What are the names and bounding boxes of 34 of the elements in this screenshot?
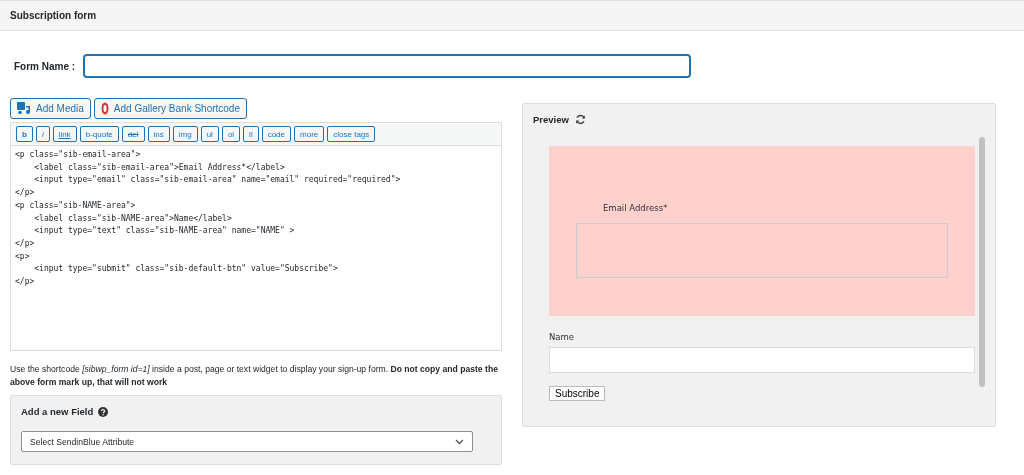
name-label: Name [549,332,575,342]
media-button[interactable]: Add Media [10,98,91,119]
quicktag-button[interactable]: img [172,126,198,142]
scrollbar[interactable] [979,137,985,387]
attribute-select[interactable]: Select SendinBlue Attribute [21,431,473,452]
quicktag-button[interactable]: li [243,126,259,142]
quicktag-button[interactable]: link [52,126,77,142]
help-text: Use the shortcode [sibwp_form id=1] inside a post, page or text widget to display your sign-up form. Do not copy and paste the above form mark up, that will not work [10,363,499,389]
quicktag-button[interactable]: ins [147,126,170,142]
quicktag-button[interactable]: ul [200,126,219,142]
section-title: Subscription form [10,10,97,21]
form-name-label: Form Name : [13,60,77,72]
refresh-icon[interactable] [574,114,586,125]
quicktag-button[interactable]: more [294,126,325,142]
gem-icon [100,102,109,115]
preview-title: Preview [533,114,569,125]
quicktag-button[interactable]: del [121,126,145,142]
quicktag-button[interactable]: code [261,126,292,142]
code-textarea[interactable]: <p class="sib-email-area"> <label class="sib-email-area">Email Address*</label> <input type="email" class="sib-email-area" name="email" required="required"> </p> <p class="sib-NAME-area"> <label class="sib-NAME-area">Name</label> <input type="text" class="sib-NAME-area" name="NAME" > </p> <p> <input type="submit" class="sib-default-btn" value="Subscribe"> </p> [11,145,501,350]
media-button[interactable]: Add Gallery Bank Shortcode [93,98,247,119]
add-field-title: Add a new Field [21,406,94,417]
chevron-down-icon [455,438,464,445]
quicktag-button[interactable]: ol [221,126,241,142]
email-label: Email Address* [603,203,668,213]
quicktag-button[interactable]: close tags [327,126,376,142]
name-input[interactable] [549,347,975,373]
media-icon [17,102,31,115]
help-icon[interactable] [98,406,109,417]
email-input[interactable] [576,223,948,278]
quicktag-button[interactable]: b [16,126,33,142]
form-name-field[interactable] [84,55,690,77]
quicktag-button[interactable]: b-quote [79,126,119,142]
quicktag-button[interactable]: i [35,126,50,142]
subscribe-button[interactable]: Subscribe [549,386,606,401]
